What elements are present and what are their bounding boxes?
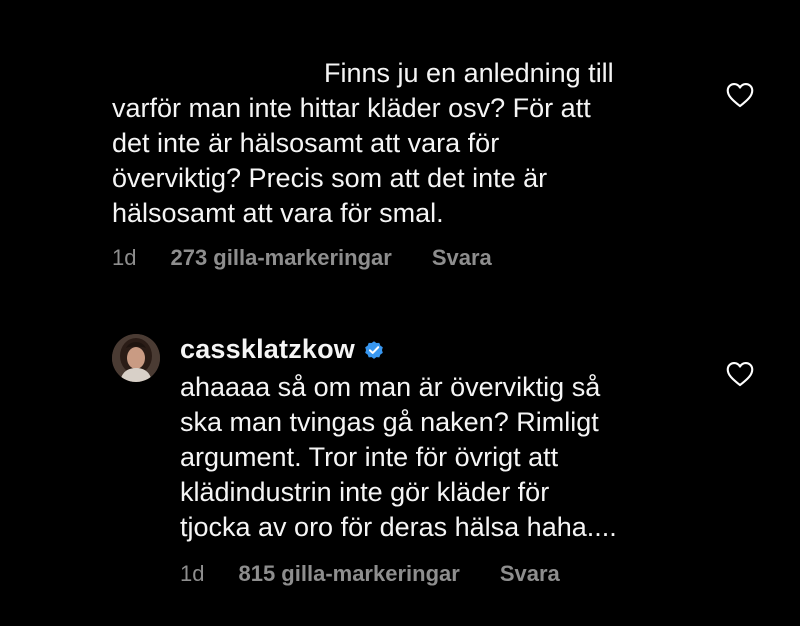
username-link[interactable]: cassklatzkow: [180, 334, 355, 365]
likes-count-link[interactable]: 273 gilla-markeringar: [170, 245, 391, 271]
reply-button[interactable]: Svara: [432, 245, 492, 271]
comment-timestamp: 1d: [112, 245, 137, 270]
reply-button[interactable]: Svara: [500, 561, 560, 587]
comment-meta: 1d 273 gilla-markeringar Svara: [112, 245, 492, 271]
comment-timestamp: 1d: [180, 561, 205, 586]
comment-item: ahaaaa så om man är överviktig så ska ma…: [180, 370, 700, 545]
likes-count-link[interactable]: 815 gilla-markeringar: [238, 561, 459, 587]
heart-outline-icon[interactable]: [726, 82, 754, 108]
comment-meta: 1d 815 gilla-markeringar Svara: [180, 561, 560, 587]
avatar[interactable]: [112, 334, 160, 382]
avatar-image: [112, 334, 160, 382]
verified-badge-icon: [365, 340, 383, 359]
heart-outline-icon[interactable]: [726, 361, 754, 387]
comment-text: ahaaaa så om man är överviktig så ska ma…: [180, 372, 617, 542]
comment-header: cassklatzkow: [180, 334, 385, 365]
comment-item: Finns ju en anledning till varför man in…: [112, 56, 672, 231]
comment-text: Finns ju en anledning till varför man in…: [112, 58, 614, 228]
